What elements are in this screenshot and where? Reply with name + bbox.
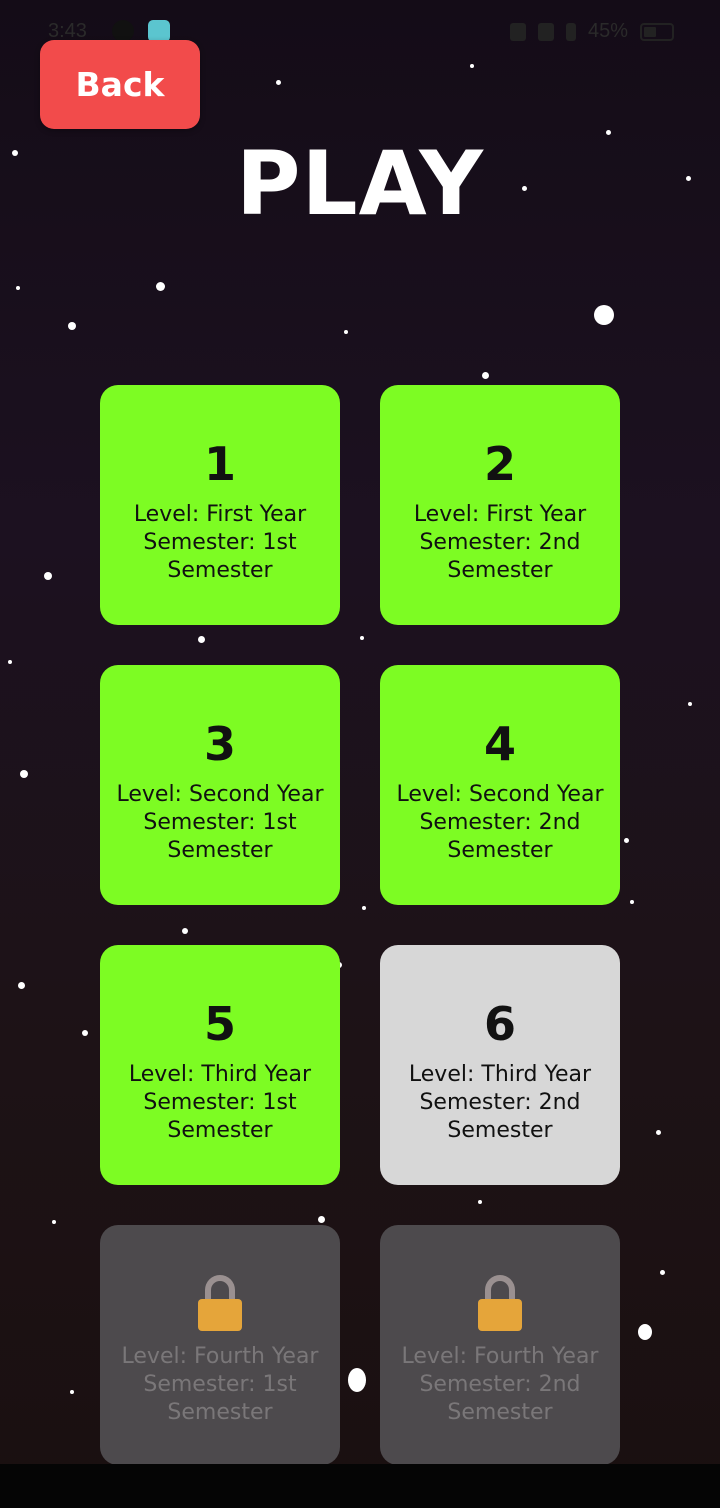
battery-level: [644, 26, 656, 37]
battery-icon: [640, 22, 674, 41]
page-title: PLAY: [236, 132, 484, 235]
lock-icon: [197, 1275, 243, 1331]
star: [68, 322, 76, 330]
star: [656, 1130, 661, 1135]
level-tile-8-locked[interactable]: Level: Fourth Year Semester: 2nd Semeste…: [380, 1225, 620, 1465]
level-number: 5: [203, 997, 236, 1051]
star: [182, 928, 188, 934]
level-tile-7-locked[interactable]: Level: Fourth Year Semester: 1st Semeste…: [100, 1225, 340, 1465]
star: [348, 1368, 366, 1392]
level-number: 2: [483, 437, 516, 491]
level-number: 6: [483, 997, 516, 1051]
star: [594, 305, 614, 325]
wifi-icon: [565, 22, 576, 41]
star: [276, 80, 281, 85]
star: [624, 838, 629, 843]
star: [638, 1324, 652, 1340]
star: [18, 982, 25, 989]
level-description: Level: Second Year Semester: 1st Semeste…: [116, 782, 324, 863]
level-tile-2[interactable]: 2 Level: First Year Semester: 2nd Semest…: [380, 385, 620, 625]
star: [52, 1220, 56, 1224]
star: [70, 1390, 74, 1394]
level-description: Level: Third Year Semester: 2nd Semester: [408, 1062, 592, 1143]
level-tile-3[interactable]: 3 Level: Second Year Semester: 1st Semes…: [100, 665, 340, 905]
notification-app-icon: [112, 20, 134, 42]
level-description: Level: Second Year Semester: 2nd Semeste…: [396, 782, 604, 863]
star: [630, 900, 634, 904]
lock-icon: [477, 1275, 523, 1331]
star: [362, 906, 366, 910]
level-tile-4[interactable]: 4 Level: Second Year Semester: 2nd Semes…: [380, 665, 620, 905]
signal-icon: [537, 22, 554, 41]
level-tile-5[interactable]: 5 Level: Third Year Semester: 1st Semest…: [100, 945, 340, 1185]
back-button[interactable]: Back: [40, 40, 200, 129]
level-number: 4: [483, 717, 516, 771]
level-tile-1[interactable]: 1 Level: First Year Semester: 1st Semest…: [100, 385, 340, 625]
star: [198, 636, 205, 643]
status-indicators: 45%: [509, 20, 674, 43]
battery-percent: 45%: [587, 20, 628, 42]
star: [360, 636, 364, 640]
navigation-bar: [0, 1464, 720, 1508]
level-description: Level: Third Year Semester: 1st Semester: [128, 1062, 312, 1143]
level-description: Level: Fourth Year Semester: 2nd Semeste…: [401, 1344, 599, 1425]
level-select-screen: 3:43 45% Back PLAY 1 Level: First Year S…: [0, 0, 720, 1508]
star: [688, 702, 692, 706]
level-description: Level: First Year Semester: 2nd Semester: [413, 502, 587, 583]
star: [482, 372, 489, 379]
star: [20, 770, 28, 778]
level-description: Level: First Year Semester: 1st Semester: [133, 502, 307, 583]
level-number: 3: [203, 717, 236, 771]
star: [8, 660, 12, 664]
star: [660, 1270, 665, 1275]
notification-app-icon: [148, 20, 170, 42]
mute-icon: [509, 22, 526, 41]
star: [344, 330, 348, 334]
level-description: Level: Fourth Year Semester: 1st Semeste…: [121, 1344, 319, 1425]
star: [470, 64, 474, 68]
star: [44, 572, 52, 580]
level-tile-6[interactable]: 6 Level: Third Year Semester: 2nd Semest…: [380, 945, 620, 1185]
star: [82, 1030, 88, 1036]
star: [156, 282, 165, 291]
star: [16, 286, 20, 290]
level-number: 1: [203, 437, 236, 491]
star: [318, 1216, 325, 1223]
star: [478, 1200, 482, 1204]
